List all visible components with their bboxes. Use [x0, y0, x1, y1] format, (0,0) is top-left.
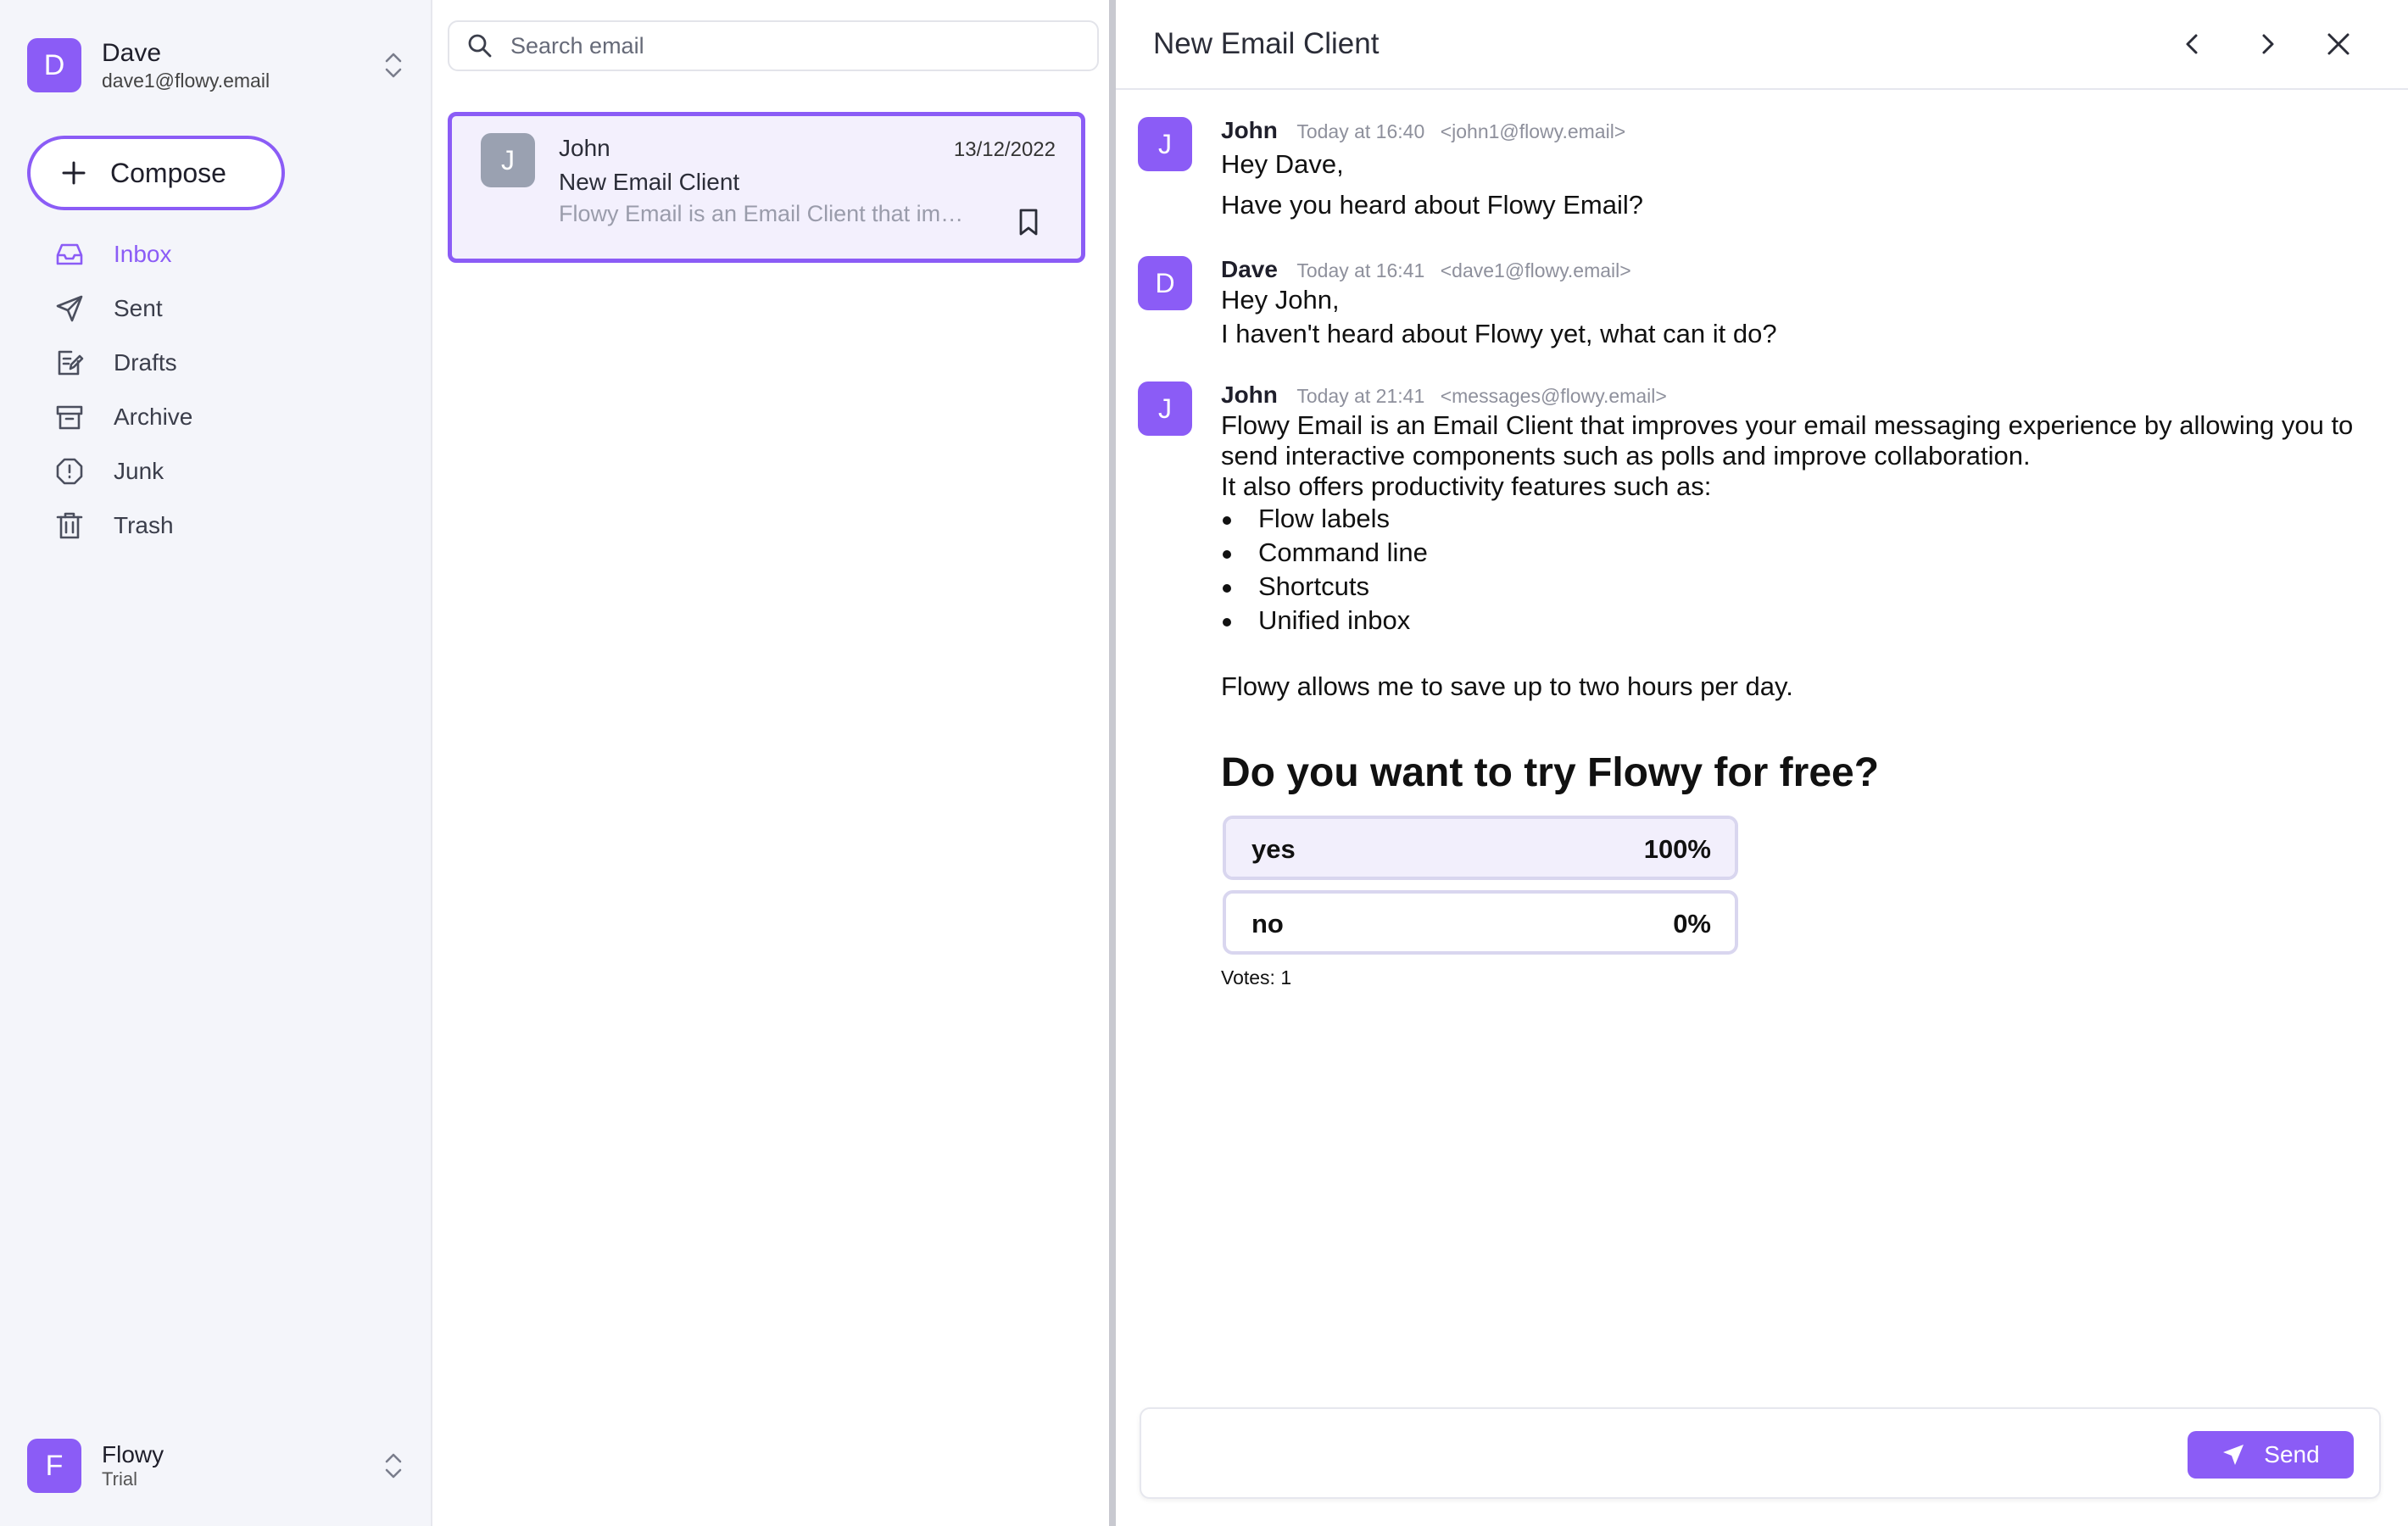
poll-option-label: yes [1251, 834, 1296, 864]
sidebar-item-trash[interactable]: Trash [27, 498, 405, 553]
message-body: Flowy Email is an Email Client that impr… [1221, 410, 2374, 702]
message-sender: John [1221, 382, 1278, 408]
compose-label: Compose [110, 157, 226, 188]
sidebar: D Dave dave1@flowy.email Compose Inbox S… [0, 0, 432, 1526]
close-icon[interactable] [2320, 25, 2357, 63]
message-line: Hey John, [1221, 285, 1340, 315]
sidebar-item-drafts[interactable]: Drafts [27, 336, 405, 390]
email-subject: New Email Client [559, 169, 740, 195]
bookmark-icon[interactable] [1017, 208, 1040, 237]
sidebar-item-inbox[interactable]: Inbox [27, 227, 405, 281]
account-email: dave1@flowy.email [102, 70, 270, 92]
archive-icon [54, 402, 85, 432]
reply-input[interactable] [1158, 1426, 2193, 1482]
message-time: Today at 16:41 [1296, 259, 1425, 281]
list-item: Flow labels [1221, 502, 2374, 536]
message-address: <dave1@flowy.email> [1440, 259, 1631, 281]
message-avatar: J [1138, 117, 1192, 171]
list-item: Command line [1221, 536, 2374, 570]
poll-question: Do you want to try Flowy for free? [1221, 750, 1880, 795]
workspace-switcher[interactable]: F Flowy Trial [27, 1436, 405, 1495]
drafts-icon [54, 348, 85, 378]
reply-composer: Send [1140, 1407, 2381, 1499]
workspace-plan: Trial [102, 1468, 137, 1490]
email-date: 13/12/2022 [953, 138, 1056, 161]
plus-icon [61, 160, 86, 186]
sidebar-item-label: Sent [114, 295, 163, 321]
poll-vote-count: Votes: 1 [1221, 966, 1292, 989]
message-body: Hey John, I haven't heard about Flowy ye… [1221, 285, 2374, 349]
sidebar-item-label: Trash [114, 512, 174, 538]
message-address: <john1@flowy.email> [1440, 120, 1626, 142]
workspace-avatar: F [27, 1439, 81, 1493]
workspace-name: Flowy [102, 1441, 164, 1468]
email-preview: Flowy Email is an Email Client that imp.… [559, 201, 966, 226]
email-list-pane: J John 13/12/2022 New Email Client Flowy… [434, 0, 1109, 1526]
sidebar-item-archive[interactable]: Archive [27, 390, 405, 444]
send-icon [54, 293, 85, 324]
sidebar-item-sent[interactable]: Sent [27, 281, 405, 336]
inbox-icon [54, 239, 85, 270]
folder-nav: Inbox Sent Drafts Archive Junk Trash [27, 227, 405, 553]
message-avatar: J [1138, 382, 1192, 436]
message-sender: Dave [1221, 256, 1278, 282]
feature-list: Flow labels Command line Shortcuts Unifi… [1221, 502, 2374, 638]
chevron-left-icon[interactable] [2174, 25, 2211, 63]
message-time: Today at 16:40 [1296, 120, 1425, 142]
send-label: Send [2264, 1441, 2320, 1468]
thread-header: New Email Client [1116, 0, 2408, 90]
email-list-item[interactable]: J John 13/12/2022 New Email Client Flowy… [448, 112, 1085, 263]
email-sender: John [559, 135, 610, 161]
chevron-up-down-icon[interactable] [382, 1449, 405, 1483]
message-line: Have you heard about Flowy Email? [1221, 190, 1643, 220]
poll-option-no[interactable]: no 0% [1223, 890, 1738, 955]
poll-option-percent: 100% [1643, 834, 1711, 864]
message-address: <messages@flowy.email> [1440, 385, 1667, 407]
account-avatar: D [27, 38, 81, 92]
message-paragraph: It also offers productivity features suc… [1221, 471, 1712, 501]
account-switcher[interactable]: D Dave dave1@flowy.email [27, 36, 405, 95]
chevron-up-down-icon[interactable] [382, 48, 405, 82]
message-body: Hey Dave, Have you heard about Flowy Ema… [1221, 149, 2374, 220]
message-paragraph: Flowy Email is an Email Client that impr… [1221, 410, 2354, 471]
poll-option-yes[interactable]: yes 100% [1223, 816, 1738, 880]
account-name: Dave [102, 39, 162, 67]
sidebar-item-label: Junk [114, 458, 164, 484]
sender-avatar: J [481, 133, 535, 187]
thread-message: D Dave Today at 16:41 <dave1@flowy.email… [1138, 256, 2376, 358]
send-button[interactable]: Send [2188, 1431, 2354, 1479]
poll-option-label: no [1251, 909, 1284, 938]
sidebar-item-label: Drafts [114, 349, 177, 376]
thread-message: J John Today at 21:41 <messages@flowy.em… [1138, 382, 2376, 721]
send-icon [2221, 1443, 2245, 1467]
list-item: Unified inbox [1221, 604, 2374, 638]
search-icon [466, 32, 493, 59]
trash-icon [54, 510, 85, 541]
message-paragraph: Flowy allows me to save up to two hours … [1221, 671, 1793, 701]
message-avatar: D [1138, 256, 1192, 310]
search-box[interactable] [448, 20, 1099, 71]
compose-button[interactable]: Compose [27, 136, 285, 210]
junk-icon [54, 456, 85, 487]
sidebar-item-label: Inbox [114, 241, 172, 267]
thread-title: New Email Client [1153, 27, 1380, 60]
thread-message: J John Today at 16:40 <john1@flowy.email… [1138, 117, 2376, 227]
message-sender: John [1221, 117, 1278, 143]
chevron-right-icon[interactable] [2249, 25, 2286, 63]
message-line: Hey Dave, [1221, 149, 1344, 179]
pane-resize-handle[interactable] [1109, 0, 1116, 1526]
search-input[interactable] [510, 32, 1087, 59]
sidebar-item-junk[interactable]: Junk [27, 444, 405, 498]
message-time: Today at 21:41 [1296, 385, 1425, 407]
sidebar-item-label: Archive [114, 404, 193, 430]
poll-option-percent: 0% [1673, 909, 1711, 938]
message-line: I haven't heard about Flowy yet, what ca… [1221, 319, 1777, 348]
list-item: Shortcuts [1221, 570, 2374, 604]
